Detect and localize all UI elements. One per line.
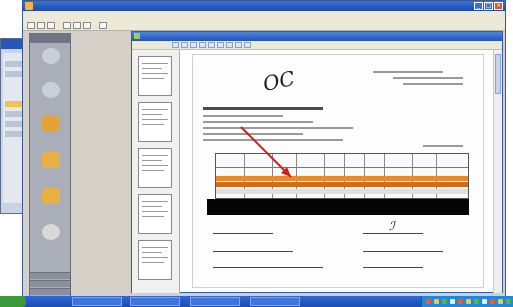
close-button[interactable]: × xyxy=(494,2,503,10)
thumbnail-panel xyxy=(132,50,180,293)
tray-icon[interactable] xyxy=(482,299,487,304)
help-icon xyxy=(42,224,60,240)
viewer-icon xyxy=(134,33,140,39)
globe-icon xyxy=(42,48,60,64)
page-thumbnail[interactable] xyxy=(138,56,172,96)
box-icon xyxy=(42,116,60,132)
toolbar-button[interactable] xyxy=(47,22,55,29)
tray-icon[interactable] xyxy=(434,299,439,304)
viewer-tool-button[interactable] xyxy=(199,42,206,48)
annotation-arrow-icon xyxy=(240,126,292,178)
viewer-tool-button[interactable] xyxy=(217,42,224,48)
nav-item[interactable] xyxy=(34,116,68,142)
taskbar-task[interactable] xyxy=(250,297,300,306)
tray-icon[interactable] xyxy=(498,299,503,304)
toolbar-button[interactable] xyxy=(27,22,35,29)
nav-item[interactable] xyxy=(34,152,68,178)
nav-footer-tab[interactable] xyxy=(30,280,70,287)
toolbar-button[interactable] xyxy=(63,22,71,29)
scrollbar-thumb[interactable] xyxy=(495,54,501,94)
document-page: ОС ℐ xyxy=(192,54,484,288)
viewer-tool-button[interactable] xyxy=(208,42,215,48)
viewer-titlebar[interactable] xyxy=(132,32,502,41)
tray-icon[interactable] xyxy=(466,299,471,304)
system-tray xyxy=(421,296,513,307)
app-toolbar xyxy=(23,20,505,31)
taskbar-task[interactable] xyxy=(130,297,180,306)
tray-icon[interactable] xyxy=(442,299,447,304)
tray-icon[interactable] xyxy=(450,299,455,304)
toolbar-button[interactable] xyxy=(73,22,81,29)
folder-icon xyxy=(42,152,60,168)
globe-icon xyxy=(42,82,60,98)
left-nav-bar xyxy=(29,33,71,301)
start-button[interactable] xyxy=(0,296,26,307)
page-thumbnail[interactable] xyxy=(138,102,172,142)
nav-item[interactable] xyxy=(34,188,68,214)
taskbar-task[interactable] xyxy=(72,297,122,306)
viewer-tool-button[interactable] xyxy=(172,42,179,48)
nav-footer-tab[interactable] xyxy=(30,272,70,279)
nav-item[interactable] xyxy=(34,224,68,250)
menu-bar xyxy=(23,11,505,20)
tray-icon[interactable] xyxy=(490,299,495,304)
viewer-tool-button[interactable] xyxy=(190,42,197,48)
folder-icon xyxy=(42,188,60,204)
page-thumbnail[interactable] xyxy=(138,194,172,234)
minimize-button[interactable]: _ xyxy=(474,2,483,10)
viewer-vertical-scrollbar[interactable] xyxy=(493,50,502,293)
viewer-tool-button[interactable] xyxy=(226,42,233,48)
taskbar-task[interactable] xyxy=(190,297,240,306)
tray-icon[interactable] xyxy=(458,299,463,304)
tray-icon[interactable] xyxy=(426,299,431,304)
toolbar-button[interactable] xyxy=(83,22,91,29)
toolbar-button[interactable] xyxy=(37,22,45,29)
taskbar xyxy=(0,296,513,307)
viewer-tool-button[interactable] xyxy=(235,42,242,48)
viewer-toolbar xyxy=(132,41,502,50)
nav-item[interactable] xyxy=(34,82,68,108)
viewer-tool-button[interactable] xyxy=(181,42,188,48)
left-nav-header[interactable] xyxy=(30,34,70,43)
page-thumbnail[interactable] xyxy=(138,240,172,280)
app-titlebar[interactable]: _ □ × xyxy=(23,1,505,11)
maximize-button[interactable]: □ xyxy=(484,2,493,10)
nav-footer-tab[interactable] xyxy=(30,288,70,295)
page-thumbnail[interactable] xyxy=(138,148,172,188)
screen: _ □ × ОС ℐ xyxy=(0,0,513,307)
app-icon xyxy=(25,2,33,10)
tray-icon[interactable] xyxy=(506,299,511,304)
viewer-tool-button[interactable] xyxy=(244,42,251,48)
toolbar-button[interactable] xyxy=(99,22,107,29)
tray-icon[interactable] xyxy=(474,299,479,304)
image-viewer-window: ОС ℐ xyxy=(131,31,503,293)
main-app-window: _ □ × ОС ℐ xyxy=(22,0,506,307)
nav-item[interactable] xyxy=(34,48,68,74)
